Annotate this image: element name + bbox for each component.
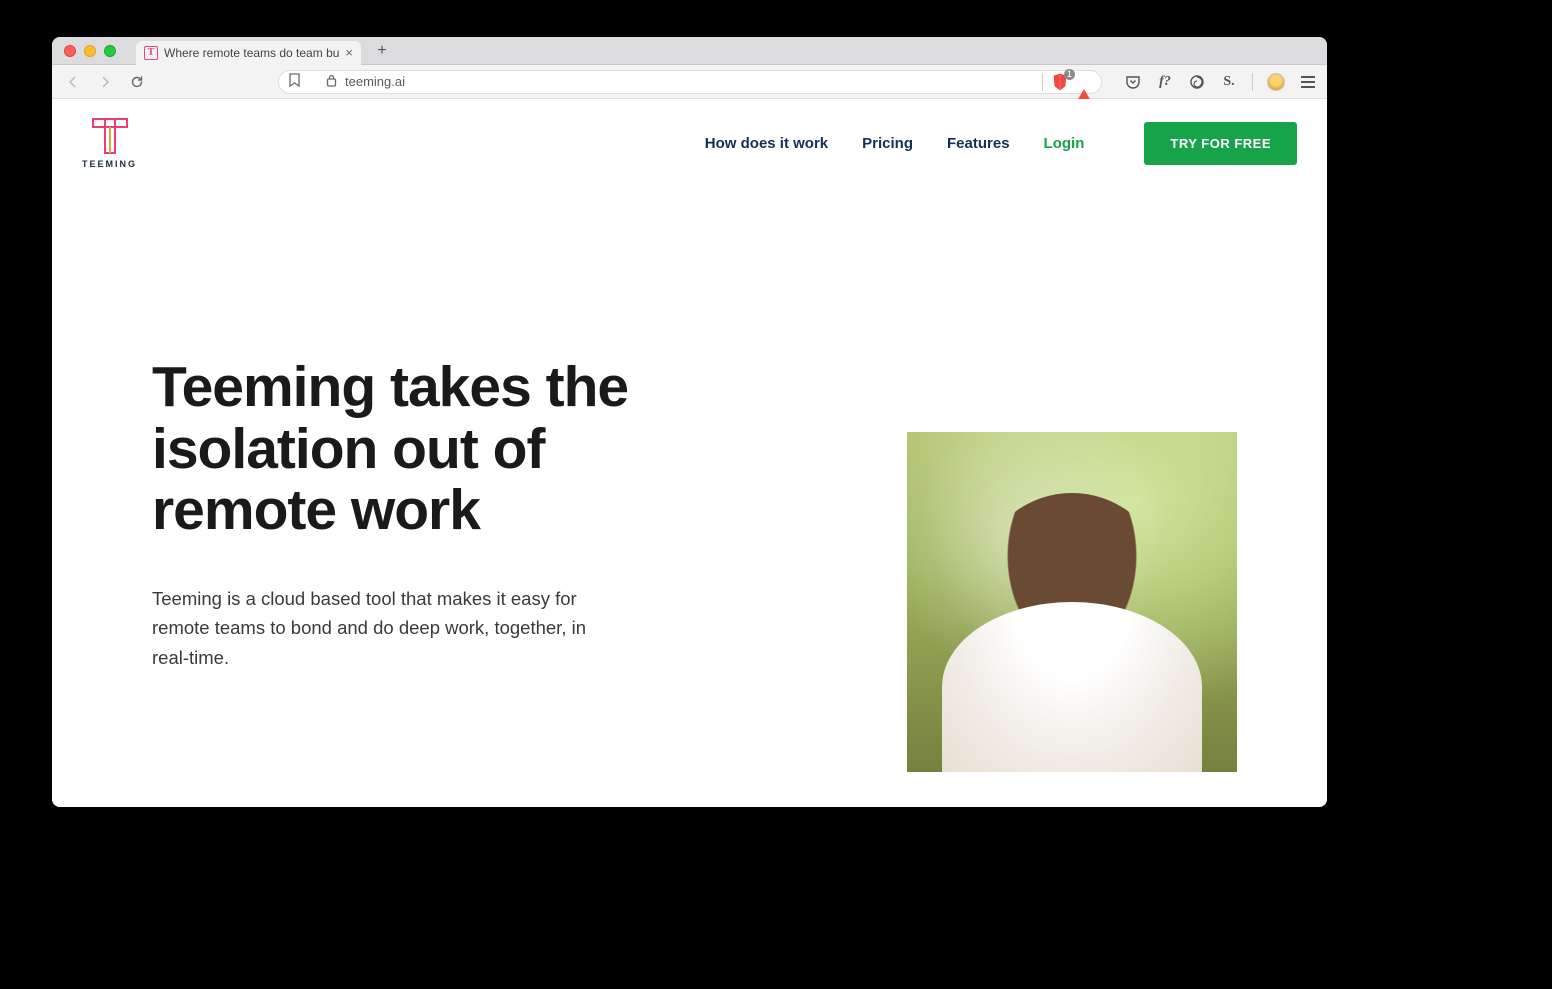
divider	[1252, 73, 1253, 91]
nav-forward-button[interactable]	[94, 71, 116, 93]
hero-title: Teeming takes the isolation out of remot…	[152, 357, 712, 542]
site-header: TEEMING How does it work Pricing Feature…	[52, 99, 1327, 187]
url-text: teeming.ai	[345, 74, 405, 89]
extension-swirl-icon[interactable]	[1188, 73, 1206, 91]
site-logo[interactable]: TEEMING	[82, 117, 137, 169]
brave-rewards-icon[interactable]	[1077, 74, 1091, 89]
nav-link-features[interactable]: Features	[947, 135, 1010, 152]
lock-icon	[326, 74, 337, 90]
logo-mark-icon	[91, 117, 129, 155]
new-tab-button[interactable]: +	[371, 40, 393, 62]
pocket-icon[interactable]	[1124, 73, 1142, 91]
window-controls	[64, 45, 116, 57]
reload-button[interactable]	[126, 71, 148, 93]
browser-window: T Where remote teams do team bu × +	[52, 37, 1327, 807]
hero-photo-placeholder	[907, 432, 1237, 772]
extension-s-icon[interactable]: S.	[1220, 73, 1238, 91]
hero-image	[907, 432, 1237, 772]
window-minimize-button[interactable]	[84, 45, 96, 57]
menu-button[interactable]	[1299, 73, 1317, 91]
extension-f-icon[interactable]: f?	[1156, 73, 1174, 91]
toolbar-extensions: f? S.	[1124, 73, 1317, 91]
nav-link-pricing[interactable]: Pricing	[862, 135, 913, 152]
page-content: TEEMING How does it work Pricing Feature…	[52, 99, 1327, 807]
browser-toolbar: teeming.ai 1 f? S.	[52, 65, 1327, 99]
cta-try-free-button[interactable]: TRY FOR FREE	[1144, 122, 1297, 165]
shield-badge: 1	[1064, 69, 1075, 80]
nav-back-button[interactable]	[62, 71, 84, 93]
tab-title: Where remote teams do team bu	[164, 46, 339, 60]
profile-avatar[interactable]	[1267, 73, 1285, 91]
tab-strip: T Where remote teams do team bu × +	[52, 37, 1327, 65]
hero-subtitle: Teeming is a cloud based tool that makes…	[152, 584, 622, 673]
divider	[1042, 73, 1043, 91]
window-zoom-button[interactable]	[104, 45, 116, 57]
nav-link-how[interactable]: How does it work	[705, 135, 828, 152]
nav-link-login[interactable]: Login	[1044, 135, 1085, 152]
tab-close-icon[interactable]: ×	[345, 46, 353, 59]
address-bar[interactable]: teeming.ai 1	[278, 70, 1102, 94]
brave-shield-icon[interactable]: 1	[1051, 73, 1069, 91]
tab-favicon: T	[144, 46, 158, 60]
logo-text: TEEMING	[82, 159, 137, 169]
window-close-button[interactable]	[64, 45, 76, 57]
main-nav: How does it work Pricing Features Login …	[705, 122, 1297, 165]
browser-tab[interactable]: T Where remote teams do team bu ×	[136, 41, 361, 65]
hero-section: Teeming takes the isolation out of remot…	[52, 187, 1327, 772]
bookmark-icon[interactable]	[289, 73, 300, 90]
